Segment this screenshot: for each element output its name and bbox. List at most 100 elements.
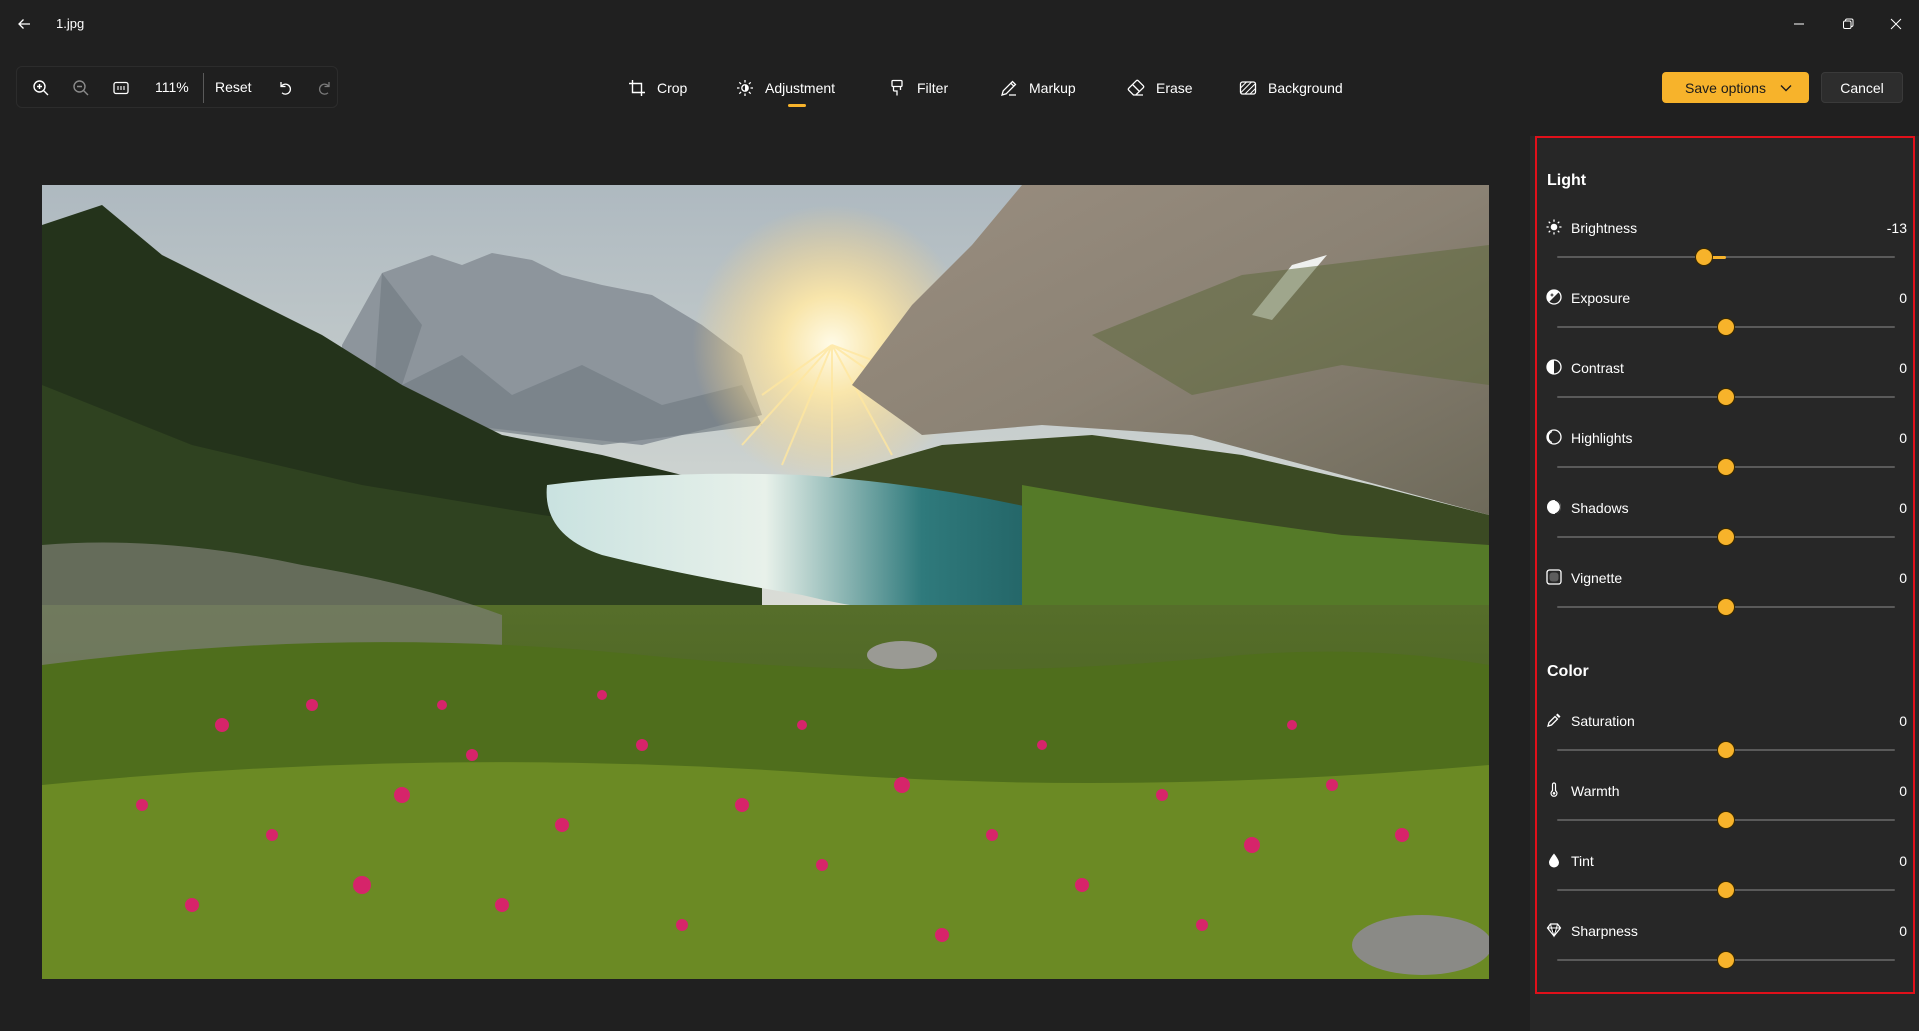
color-section-title: Color xyxy=(1547,663,1589,680)
tab-label: Crop xyxy=(657,80,688,96)
slider-label: Vignette xyxy=(1571,570,1623,586)
adjustment-icon xyxy=(735,78,755,98)
photo-canvas[interactable] xyxy=(42,185,1489,979)
slider-value: 0 xyxy=(1899,923,1907,939)
slider-label: Contrast xyxy=(1571,360,1624,376)
save-options-button[interactable]: Save options xyxy=(1662,72,1809,103)
close-icon[interactable] xyxy=(1878,10,1914,38)
tab-filter[interactable]: Filter xyxy=(887,76,948,100)
slider-value: 0 xyxy=(1899,430,1907,446)
slider-value: 0 xyxy=(1899,783,1907,799)
light-section-title: Light xyxy=(1547,172,1587,189)
slider-row-sharpness: Sharpness 0 xyxy=(1545,921,1907,981)
tint-slider[interactable] xyxy=(1557,882,1895,898)
zoom-level: 111% xyxy=(155,79,189,95)
active-tab-indicator xyxy=(788,104,806,107)
filter-icon xyxy=(887,78,907,98)
slider-label: Highlights xyxy=(1571,430,1633,446)
slider-row-brightness: Brightness -13 xyxy=(1545,218,1907,278)
redo-icon[interactable] xyxy=(313,76,337,100)
saturation-icon xyxy=(1545,711,1563,729)
title-bar: 1.jpg xyxy=(0,0,1919,48)
slider-thumb[interactable] xyxy=(1696,249,1713,265)
slider-label: Saturation xyxy=(1571,713,1635,729)
slider-value: 0 xyxy=(1899,853,1907,869)
crop-icon xyxy=(627,78,647,98)
slider-value: 0 xyxy=(1899,360,1907,376)
slider-label: Exposure xyxy=(1571,290,1631,306)
vignette-icon xyxy=(1545,568,1563,586)
brightness-slider[interactable] xyxy=(1557,249,1895,265)
chevron-down-icon xyxy=(1780,84,1792,92)
slider-value: 0 xyxy=(1899,570,1907,586)
actual-size-icon[interactable] xyxy=(109,76,133,100)
zoom-in-icon[interactable] xyxy=(29,76,53,100)
slider-thumb[interactable] xyxy=(1718,952,1734,968)
warmth-slider[interactable] xyxy=(1557,812,1895,828)
slider-row-tint: Tint 0 xyxy=(1545,851,1907,911)
slider-thumb[interactable] xyxy=(1718,319,1734,335)
tab-label: Markup xyxy=(1029,80,1076,96)
slider-row-highlights: Highlights 0 xyxy=(1545,428,1907,488)
slider-label: Warmth xyxy=(1571,783,1620,799)
contrast-icon xyxy=(1545,358,1563,376)
restore-icon[interactable] xyxy=(1830,10,1866,38)
tab-adjustment[interactable]: Adjustment xyxy=(735,76,835,100)
slider-thumb[interactable] xyxy=(1718,742,1734,758)
exposure-slider[interactable] xyxy=(1557,319,1895,335)
saturation-slider[interactable] xyxy=(1557,742,1895,758)
erase-icon xyxy=(1126,78,1146,98)
background-icon xyxy=(1238,78,1258,98)
slider-row-shadows: Shadows 0 xyxy=(1545,498,1907,558)
slider-thumb[interactable] xyxy=(1718,389,1734,405)
tab-label: Filter xyxy=(917,80,949,96)
vignette-slider[interactable] xyxy=(1557,599,1895,615)
slider-value: 0 xyxy=(1899,713,1907,729)
slider-label: Shadows xyxy=(1571,500,1629,516)
contrast-slider[interactable] xyxy=(1557,389,1895,405)
slider-label: Brightness xyxy=(1571,220,1638,236)
slider-value: 0 xyxy=(1899,500,1907,516)
divider xyxy=(203,73,204,103)
tab-erase[interactable]: Erase xyxy=(1126,76,1193,100)
highlights-icon xyxy=(1545,428,1563,446)
slider-row-warmth: Warmth 0 xyxy=(1545,781,1907,841)
slider-thumb[interactable] xyxy=(1718,812,1734,828)
save-options-label: Save options xyxy=(1685,79,1766,96)
tab-markup[interactable]: Markup xyxy=(999,76,1076,100)
undo-icon[interactable] xyxy=(273,76,297,100)
slider-thumb[interactable] xyxy=(1718,529,1734,545)
slider-row-vignette: Vignette 0 xyxy=(1545,568,1907,628)
slider-row-saturation: Saturation 0 xyxy=(1545,711,1907,771)
tab-label: Background xyxy=(1268,80,1343,96)
shadows-icon xyxy=(1545,498,1563,516)
brightness-icon xyxy=(1545,218,1563,236)
slider-thumb[interactable] xyxy=(1718,459,1734,475)
slider-label: Sharpness xyxy=(1571,923,1638,939)
tab-background[interactable]: Background xyxy=(1238,76,1343,100)
zoom-toolbar: 111% Reset xyxy=(16,66,338,108)
slider-row-contrast: Contrast 0 xyxy=(1545,358,1907,418)
slider-value: 0 xyxy=(1899,290,1907,306)
tint-icon xyxy=(1545,851,1563,869)
tab-crop[interactable]: Crop xyxy=(627,76,687,100)
zoom-out-icon[interactable] xyxy=(69,76,93,100)
highlights-slider[interactable] xyxy=(1557,459,1895,475)
exposure-icon xyxy=(1545,288,1563,306)
sharpness-icon xyxy=(1545,921,1563,939)
slider-label: Tint xyxy=(1571,853,1594,869)
minimize-icon[interactable] xyxy=(1781,10,1817,38)
cancel-button[interactable]: Cancel xyxy=(1821,72,1903,103)
slider-thumb[interactable] xyxy=(1718,882,1734,898)
reset-button[interactable]: Reset xyxy=(215,79,252,95)
shadows-slider[interactable] xyxy=(1557,529,1895,545)
slider-value: -13 xyxy=(1886,220,1907,236)
markup-icon xyxy=(999,78,1019,98)
file-name: 1.jpg xyxy=(56,16,85,31)
back-arrow-icon[interactable] xyxy=(12,12,36,36)
slider-row-exposure: Exposure 0 xyxy=(1545,288,1907,348)
slider-thumb[interactable] xyxy=(1718,599,1734,615)
sharpness-slider[interactable] xyxy=(1557,952,1895,968)
tab-label: Adjustment xyxy=(765,80,836,96)
warmth-icon xyxy=(1545,781,1563,799)
